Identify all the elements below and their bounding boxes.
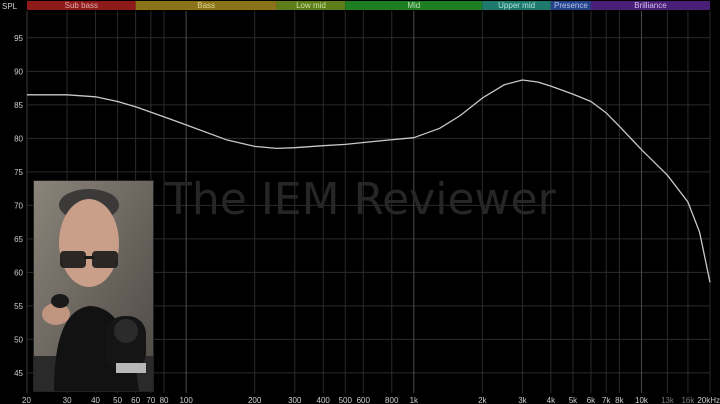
x-tick-label: 10k [635, 396, 649, 404]
x-tick-label: 5k [569, 396, 578, 404]
band-label: Upper mid [498, 1, 535, 10]
band-label: Mid [407, 1, 420, 10]
x-tick-label: 40 [91, 396, 100, 404]
x-tick-label: 3k [518, 396, 527, 404]
band-label: Low mid [296, 1, 326, 10]
y-tick-label: 55 [14, 302, 23, 311]
band-label: Brilliance [634, 1, 667, 10]
y-tick-label: 95 [14, 34, 23, 43]
x-tick-label: 7k [602, 396, 611, 404]
x-tick-label: 4k [547, 396, 556, 404]
x-tick-label: 1k [410, 396, 419, 404]
x-tick-label: 30 [63, 396, 72, 404]
y-tick-label: 75 [14, 168, 23, 177]
x-tick-label: 20 [22, 396, 31, 404]
x-tick-label: 6k [587, 396, 596, 404]
x-tick-label: 100 [179, 396, 193, 404]
x-tick-label: 500 [339, 396, 353, 404]
x-tick-label: 800 [385, 396, 399, 404]
band-label: Presence [554, 1, 588, 10]
y-tick-label: 85 [14, 101, 23, 110]
x-tick-label: 20kHz [697, 396, 720, 404]
y-tick-label: 65 [14, 235, 23, 244]
y-axis-label: SPL [2, 2, 18, 11]
y-tick-label: 60 [14, 268, 23, 277]
x-tick-label: 300 [288, 396, 302, 404]
x-tick-label: 2k [478, 396, 487, 404]
x-tick-label: 200 [248, 396, 262, 404]
x-tick-label: 600 [357, 396, 371, 404]
y-tick-label: 45 [14, 369, 23, 378]
x-tick-label: 13k [661, 396, 675, 404]
presenter-image [34, 181, 153, 391]
y-tick-label: 80 [14, 134, 23, 143]
presenter-webcam-overlay [33, 180, 154, 392]
x-tick-label: 80 [160, 396, 169, 404]
band-label: Sub bass [65, 1, 98, 10]
frequency-band-bar: Sub bass Bass Low mid Mid Upper mid Presence B… [27, 1, 710, 10]
x-tick-label: 50 [113, 396, 122, 404]
x-tick-label: 400 [317, 396, 331, 404]
x-tick-label: 16k [681, 396, 695, 404]
x-tick-label: 60 [131, 396, 140, 404]
y-tick-label: 70 [14, 201, 23, 210]
x-tick-label: 70 [146, 396, 155, 404]
y-tick-label: 50 [14, 335, 23, 344]
watermark-text: The IEM Reviewer [164, 174, 557, 225]
band-label: Bass [197, 1, 215, 10]
x-tick-label: 8k [615, 396, 624, 404]
y-tick-label: 90 [14, 67, 23, 76]
